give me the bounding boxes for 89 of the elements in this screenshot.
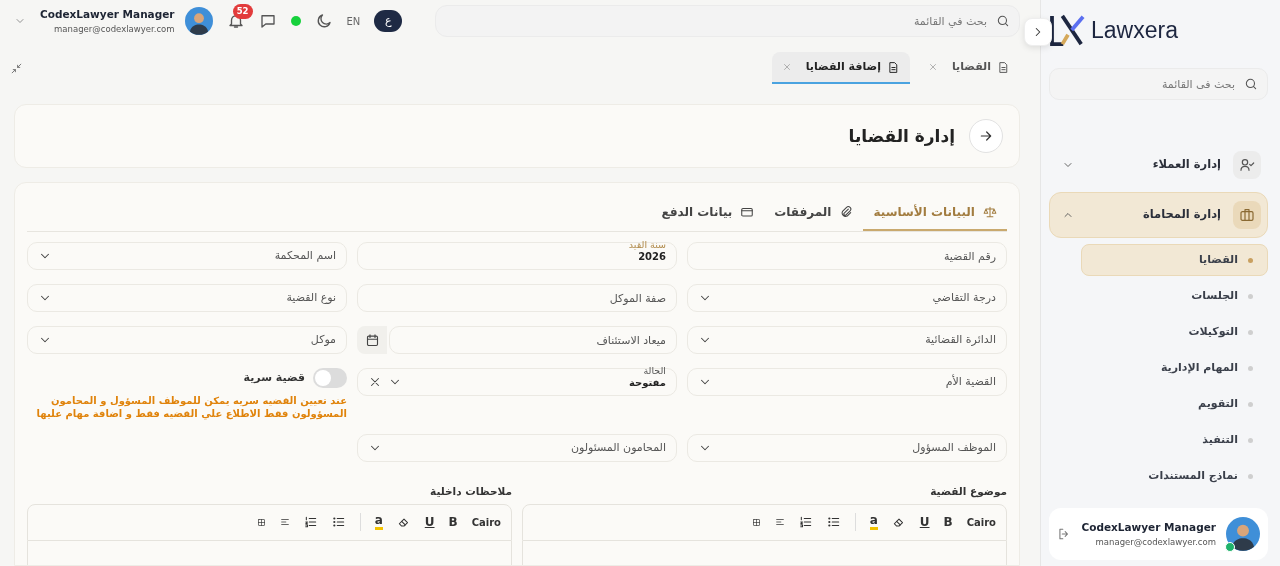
select-field[interactable]: الحالة مفتوحة <box>357 368 677 396</box>
highlight-button[interactable]: a <box>869 514 878 531</box>
sidebar-subitem[interactable]: التقويم <box>1081 388 1268 420</box>
sidebar-subitem[interactable]: الجلسات <box>1081 280 1268 312</box>
date-field[interactable]: ميعاد الاستئناف <box>389 326 677 354</box>
table-icon[interactable] <box>751 517 761 527</box>
sidebar-item[interactable]: إدارة المحاماة <box>1049 192 1268 238</box>
input-field[interactable]: صفة الموكل <box>357 284 677 312</box>
avatar[interactable] <box>1226 517 1260 551</box>
select-field[interactable]: اسم المحكمة <box>27 242 347 270</box>
user-check-icon <box>1233 151 1261 179</box>
bold-button[interactable]: B <box>448 513 458 532</box>
select-field[interactable]: درجة التقاضي <box>687 284 1007 312</box>
toggle-switch[interactable] <box>313 368 347 388</box>
avatar[interactable] <box>184 7 213 35</box>
font-dropdown[interactable]: Cairo <box>966 514 996 530</box>
field-label: سنة القيد <box>627 240 666 251</box>
table-icon[interactable] <box>256 517 266 527</box>
page-title: إدارة القضايا <box>848 125 955 147</box>
notification-badge: 52 <box>232 4 253 19</box>
language-button[interactable]: ع <box>374 10 403 32</box>
user-name: CodexLawyer Manager <box>40 6 175 22</box>
sidebar-subitem[interactable]: نماذج المستندات <box>1081 460 1268 492</box>
bullet-dot <box>1248 329 1253 335</box>
bullet-dot <box>1248 401 1253 407</box>
collapse-button[interactable] <box>1024 18 1052 46</box>
paperclip-icon <box>839 205 854 219</box>
warning-note: عند تعيين القضيه سريه يمكن للموظف المسؤول و المحامون المسؤولون فقط الاطلاع علي القضيه فقط و اضافة مهام عليها <box>35 394 347 420</box>
select-field[interactable]: موكل <box>27 326 347 354</box>
form-tab[interactable]: البيانات الأساسية <box>863 195 1007 231</box>
search-field[interactable]: بحث فى القائمة <box>1049 68 1268 100</box>
editor-label: موضوع القضية <box>929 484 1007 500</box>
field-value: مفتوحة <box>628 376 666 388</box>
select-field[interactable]: المحامون المسئولون <box>357 434 677 462</box>
page-tab[interactable]: القضايا <box>917 52 1020 84</box>
bullet-dot <box>1248 257 1253 263</box>
user-name: CodexLawyer Manager <box>1081 519 1216 535</box>
clear-icon[interactable] <box>368 375 382 389</box>
language-button[interactable]: EN <box>346 13 361 29</box>
underline-button[interactable]: U <box>424 513 435 532</box>
bullet-list-icon[interactable] <box>331 515 346 530</box>
bullet-dot <box>1248 437 1253 443</box>
numbered-list-icon[interactable] <box>798 515 813 530</box>
underline-button[interactable]: U <box>919 513 930 532</box>
select-field[interactable]: القضية الأم <box>687 368 1007 396</box>
page-tab[interactable]: إضافة القضايا <box>771 52 910 84</box>
select-field[interactable]: نوع القضية <box>27 284 347 312</box>
compress-icon[interactable] <box>10 61 23 75</box>
bullet-dot <box>1248 293 1253 299</box>
user-email: manager@codexlawyer.com <box>53 22 175 36</box>
briefcase-icon <box>1233 201 1261 229</box>
logo-icon <box>1049 14 1087 46</box>
logo-text: Lawxera <box>1091 15 1178 45</box>
search-icon <box>1244 77 1258 91</box>
toggle-label: قضية سرية <box>243 369 305 386</box>
align-icon[interactable] <box>774 517 785 528</box>
calendar-button[interactable] <box>357 326 387 354</box>
arrow-right-icon <box>978 128 994 144</box>
input-field[interactable]: رقم القضية <box>687 242 1007 270</box>
field-value: 2026 <box>637 250 666 262</box>
select-field[interactable]: الموظف المسؤول <box>687 434 1007 462</box>
calendar-icon <box>364 332 380 348</box>
sidebar-subitem[interactable]: التوكيلات <box>1081 316 1268 348</box>
sidebar-subitem[interactable]: المهام الإدارية <box>1081 352 1268 384</box>
align-icon[interactable] <box>279 517 290 528</box>
search-icon <box>996 14 1010 28</box>
bullet-list-icon[interactable] <box>826 515 841 530</box>
bold-button[interactable]: B <box>943 513 953 532</box>
bullet-dot <box>1248 365 1253 371</box>
back-button[interactable] <box>969 119 1003 153</box>
editor-label: ملاحظات داخلية <box>429 484 512 499</box>
search-field[interactable]: بحث في القائمة <box>435 5 1020 37</box>
credit-card-icon <box>740 205 755 219</box>
scale-icon <box>983 205 997 219</box>
select-field[interactable]: الدائرة القضائية <box>687 326 1007 354</box>
chat-icon[interactable] <box>258 12 277 30</box>
form-tab[interactable]: المرفقات <box>764 195 864 231</box>
sidebar-subitem[interactable]: القضايا <box>1081 244 1268 276</box>
form-tab[interactable]: بيانات الدفع <box>651 195 765 231</box>
file-icon <box>997 60 1010 74</box>
sidebar-item[interactable]: إدارة العملاء <box>1049 142 1268 188</box>
highlight-button[interactable]: a <box>374 514 383 531</box>
numbered-list-icon[interactable] <box>303 515 318 530</box>
field-label: الحالة <box>642 366 666 377</box>
bullet-dot <box>1248 473 1253 479</box>
font-dropdown[interactable]: Cairo <box>471 514 501 530</box>
logout-icon[interactable] <box>1057 527 1071 541</box>
sidebar-subitem[interactable]: التنفيذ <box>1081 424 1268 456</box>
user-email: manager@codexlawyer.com <box>1094 535 1216 549</box>
